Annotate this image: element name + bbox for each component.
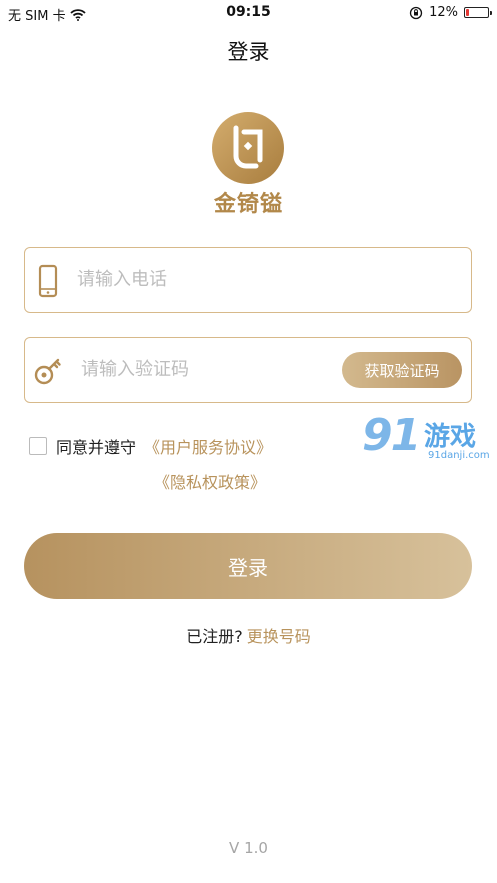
- watermark-number: 91: [362, 410, 421, 461]
- get-code-button[interactable]: 获取验证码: [342, 352, 462, 388]
- watermark: 91 游戏 91danji.com: [362, 410, 497, 468]
- code-input[interactable]: [81, 338, 331, 400]
- battery-fill: [466, 9, 469, 16]
- agree-checkbox[interactable]: [29, 437, 47, 455]
- watermark-url: 91danji.com: [428, 450, 490, 461]
- key-icon: [34, 358, 61, 385]
- status-right: 12%: [409, 5, 492, 20]
- page-title: 登录: [227, 40, 270, 64]
- battery-icon: [464, 7, 492, 18]
- phone-input[interactable]: [77, 248, 327, 310]
- battery-percent: 12%: [429, 5, 458, 20]
- version-label: V 1.0: [229, 839, 268, 857]
- agreement-row: 同意并遵守 《用户服务协议》: [29, 434, 272, 458]
- watermark-name: 游戏: [424, 422, 477, 452]
- phone-icon: [38, 264, 58, 298]
- status-bar: 无 SIM 卡 09:15 12%: [0, 0, 497, 26]
- user-agreement-link[interactable]: 《用户服务协议》: [144, 434, 272, 458]
- agree-label: 同意并遵守: [56, 438, 137, 457]
- phone-field: [24, 247, 472, 313]
- code-field: 获取验证码: [24, 337, 472, 403]
- login-button[interactable]: 登录: [24, 533, 472, 599]
- registered-label: 已注册?: [186, 627, 243, 646]
- privacy-policy-link[interactable]: 《隐私权政策》: [154, 469, 266, 493]
- brand-name: 金锜镒: [213, 192, 283, 217]
- orientation-lock-icon: [409, 6, 423, 19]
- registered-row: 已注册? 更换号码: [0, 623, 497, 647]
- change-number-link[interactable]: 更换号码: [247, 627, 311, 646]
